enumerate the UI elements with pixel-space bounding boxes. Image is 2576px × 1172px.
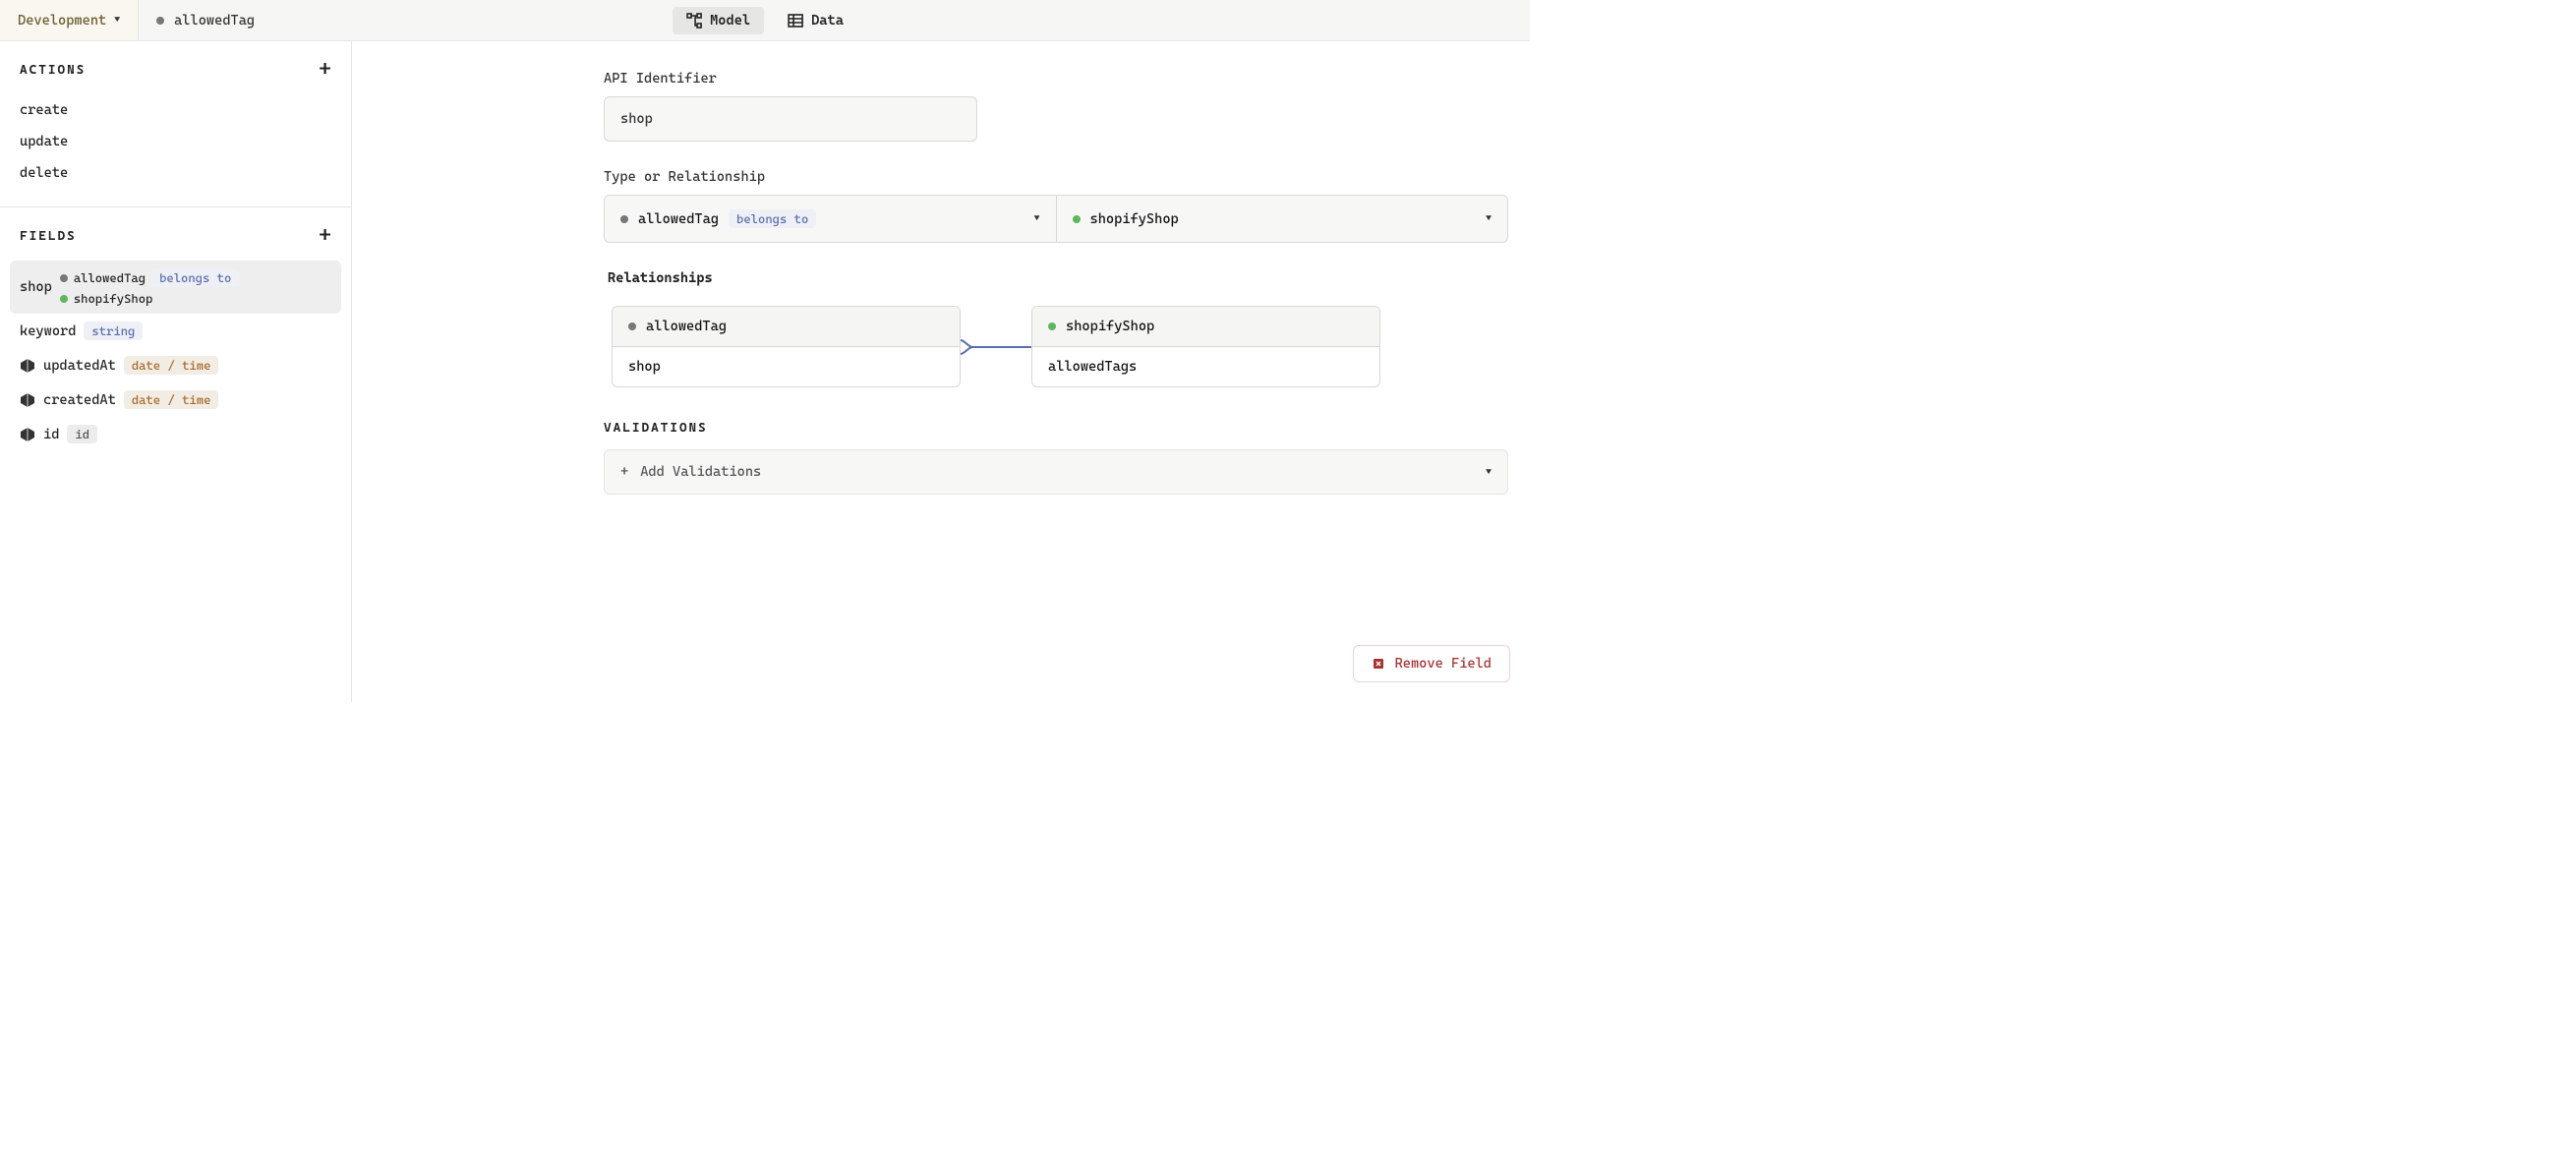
table-icon (788, 13, 803, 29)
type-relationship-row: allowedTag belongs to ▼ shopifyShop ▼ (604, 195, 1508, 243)
select-rel-badge: belongs to (729, 209, 816, 228)
system-field-icon (20, 392, 35, 408)
dot-icon (60, 274, 68, 282)
field-item-id[interactable]: id id (10, 417, 341, 451)
dot-icon (156, 17, 164, 25)
add-validations-label: Add Validations (640, 464, 761, 480)
rel-card-title: allowedTag (646, 319, 727, 334)
fields-list: shop allowedTag belongs to shopifyShop (0, 257, 351, 469)
relationship-connector (961, 346, 1031, 348)
field-name: updatedAt (43, 358, 116, 374)
actions-list: create update delete (0, 90, 351, 206)
tab-data-label: Data (811, 13, 844, 29)
tab-model-label: Model (710, 13, 750, 29)
caret-down-icon: ▼ (1034, 213, 1040, 224)
sidebar: ACTIONS + create update delete FIELDS + … (0, 41, 352, 702)
field-name: createdAt (43, 392, 116, 408)
api-identifier-label: API Identifier (604, 71, 1508, 87)
remove-field-label: Remove Field (1395, 656, 1492, 672)
type-relationship-label: Type or Relationship (604, 169, 1508, 185)
relationship-card-left: allowedTag shop (612, 306, 961, 387)
rel-card-field: allowedTags (1032, 347, 1379, 386)
caret-down-icon: ▼ (1486, 467, 1492, 478)
rel-from: allowedTag (74, 270, 146, 285)
dot-icon (1048, 322, 1056, 330)
field-type-badge: id (67, 425, 97, 443)
field-item-keyword[interactable]: keyword string (10, 314, 341, 348)
tab-model[interactable]: Model (673, 7, 764, 34)
action-item-update[interactable]: update (10, 126, 341, 157)
relationship-type-select[interactable]: allowedTag belongs to ▼ (604, 195, 1057, 243)
rel-type-badge: belongs to (151, 268, 239, 287)
field-type-badge: date / time (124, 356, 219, 375)
select-left: shopifyShop (1073, 211, 1179, 227)
relationship-target-select[interactable]: shopifyShop ▼ (1057, 195, 1509, 243)
relationship-card-right: shopifyShop allowedTags (1031, 306, 1380, 387)
add-field-button[interactable]: + (319, 225, 331, 247)
field-item-shop[interactable]: shop allowedTag belongs to shopifyShop (10, 261, 341, 314)
content: API Identifier Type or Relationship allo… (352, 41, 1530, 702)
select-left: allowedTag belongs to (620, 209, 816, 228)
environment-selector[interactable]: Development ▼ (0, 0, 139, 40)
environment-label: Development (18, 13, 106, 29)
validations-heading: VALIDATIONS (604, 421, 1508, 436)
field-name: keyword (20, 323, 76, 339)
actions-title: ACTIONS (20, 63, 86, 78)
content-inner: API Identifier Type or Relationship allo… (604, 71, 1508, 495)
field-type-badge: string (84, 322, 143, 340)
dot-icon (620, 215, 628, 223)
tab-data[interactable]: Data (774, 7, 857, 34)
select-target: shopifyShop (1090, 211, 1179, 227)
view-switcher: Model Data (673, 7, 857, 34)
action-item-create[interactable]: create (10, 94, 341, 126)
breadcrumb: allowedTag (139, 13, 272, 29)
add-left: + Add Validations (620, 464, 761, 480)
rel-card-field: shop (613, 347, 960, 386)
plus-icon: + (620, 464, 628, 480)
topbar: Development ▼ allowedTag Model (0, 0, 1530, 41)
caret-down-icon: ▼ (1486, 213, 1492, 224)
relationship-card-header: shopifyShop (1032, 307, 1379, 347)
add-validations-button[interactable]: + Add Validations ▼ (604, 449, 1508, 495)
main: ACTIONS + create update delete FIELDS + … (0, 41, 1530, 702)
system-field-icon (20, 358, 35, 374)
add-action-button[interactable]: + (319, 59, 331, 81)
rel-card-title: shopifyShop (1066, 319, 1154, 334)
fields-title: FIELDS (20, 229, 77, 244)
caret-down-icon: ▼ (114, 15, 120, 26)
field-relationship: allowedTag belongs to shopifyShop (60, 268, 240, 306)
field-name: shop (20, 279, 52, 295)
remove-field-button[interactable]: Remove Field (1353, 645, 1510, 682)
trash-icon (1372, 657, 1385, 671)
field-type-badge: date / time (124, 390, 219, 409)
actions-section: ACTIONS + create update delete (0, 41, 351, 207)
relationships-heading: Relationships (608, 270, 1508, 286)
field-item-updatedat[interactable]: updatedAt date / time (10, 348, 341, 382)
fields-header: FIELDS + (0, 207, 351, 257)
breadcrumb-model: allowedTag (174, 13, 255, 29)
system-field-icon (20, 427, 35, 442)
action-item-delete[interactable]: delete (10, 157, 341, 189)
field-name: id (43, 427, 59, 442)
dot-icon (60, 295, 68, 303)
relationship-card-header: allowedTag (613, 307, 960, 347)
relationship-diagram: allowedTag shop shopifyShop (612, 306, 1508, 387)
dot-icon (1073, 215, 1081, 223)
dot-icon (628, 322, 636, 330)
tree-icon (686, 13, 702, 29)
rel-to: shopifyShop (74, 291, 153, 306)
select-model: allowedTag (638, 211, 719, 227)
api-identifier-input[interactable] (604, 96, 977, 142)
fields-section: FIELDS + shop allowedTag belongs to (0, 207, 351, 469)
actions-header: ACTIONS + (0, 41, 351, 90)
field-item-createdat[interactable]: createdAt date / time (10, 382, 341, 417)
